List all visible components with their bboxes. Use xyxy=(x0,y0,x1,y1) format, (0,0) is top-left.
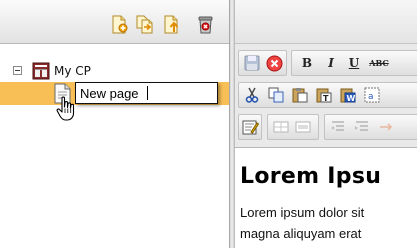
save-icon[interactable] xyxy=(243,54,261,72)
underline-button[interactable]: U xyxy=(345,54,363,72)
svg-text:a: a xyxy=(368,92,374,102)
paste-word-icon[interactable]: W xyxy=(339,86,357,104)
copy-icon[interactable] xyxy=(267,86,285,104)
svg-text:W: W xyxy=(347,94,356,103)
tree-toolbar xyxy=(0,0,229,44)
toolbar-row-2: T W a xyxy=(235,82,417,108)
toolbar-group-list xyxy=(324,114,417,140)
italic-button[interactable]: I xyxy=(322,54,340,72)
content-paragraph-line: magna aliquyam erat xyxy=(240,226,362,241)
cut-icon[interactable] xyxy=(243,86,261,104)
content-heading: Lorem Ipsu xyxy=(240,164,382,189)
toolbar-group-file xyxy=(238,50,287,76)
toolbar-group-edit xyxy=(238,114,262,140)
cancel-icon[interactable] xyxy=(265,54,283,72)
editor-header xyxy=(235,0,417,44)
tree-node-root[interactable]: My CP xyxy=(0,60,229,82)
content-paragraph-line: Lorem ipsum dolor sit xyxy=(240,205,365,220)
page-tree-panel: My CP xyxy=(0,0,229,248)
new-page-icon[interactable] xyxy=(110,15,129,34)
bold-button[interactable]: B xyxy=(298,54,316,72)
text-caret xyxy=(147,86,148,100)
editor-toolbar: B I U ABC T W a xyxy=(235,44,417,148)
table-row-icon[interactable] xyxy=(294,118,312,136)
tree-node-label: My CP xyxy=(54,64,91,78)
hand-cursor-icon xyxy=(56,96,78,126)
arrow-right-icon[interactable] xyxy=(377,118,395,136)
strikethrough-button[interactable]: ABC xyxy=(368,54,390,72)
editor-pane: B I U ABC T W a Lorem Ipsu Lorem ipsum d… xyxy=(235,0,417,248)
site-root-icon xyxy=(32,62,50,84)
toolbar-row-1: B I U ABC xyxy=(235,50,417,76)
edit-html-icon[interactable] xyxy=(241,118,259,136)
indent-icon[interactable] xyxy=(353,118,371,136)
svg-text:T: T xyxy=(323,94,329,103)
toolbar-group-format: B I U ABC xyxy=(291,50,417,76)
outdent-icon[interactable] xyxy=(329,118,347,136)
move-page-icon[interactable] xyxy=(162,15,181,34)
paste-icon[interactable] xyxy=(291,86,309,104)
toolbar-group-clipboard: T W a xyxy=(238,82,417,108)
select-all-icon[interactable]: a xyxy=(363,86,381,104)
delete-icon[interactable] xyxy=(196,15,215,34)
paste-text-icon[interactable]: T xyxy=(315,86,333,104)
collapse-toggle-icon[interactable] xyxy=(13,66,22,75)
toolbar-group-table xyxy=(267,114,319,140)
table-icon[interactable] xyxy=(272,118,290,136)
toolbar-row-3 xyxy=(235,114,417,140)
copy-page-icon[interactable] xyxy=(136,15,155,34)
